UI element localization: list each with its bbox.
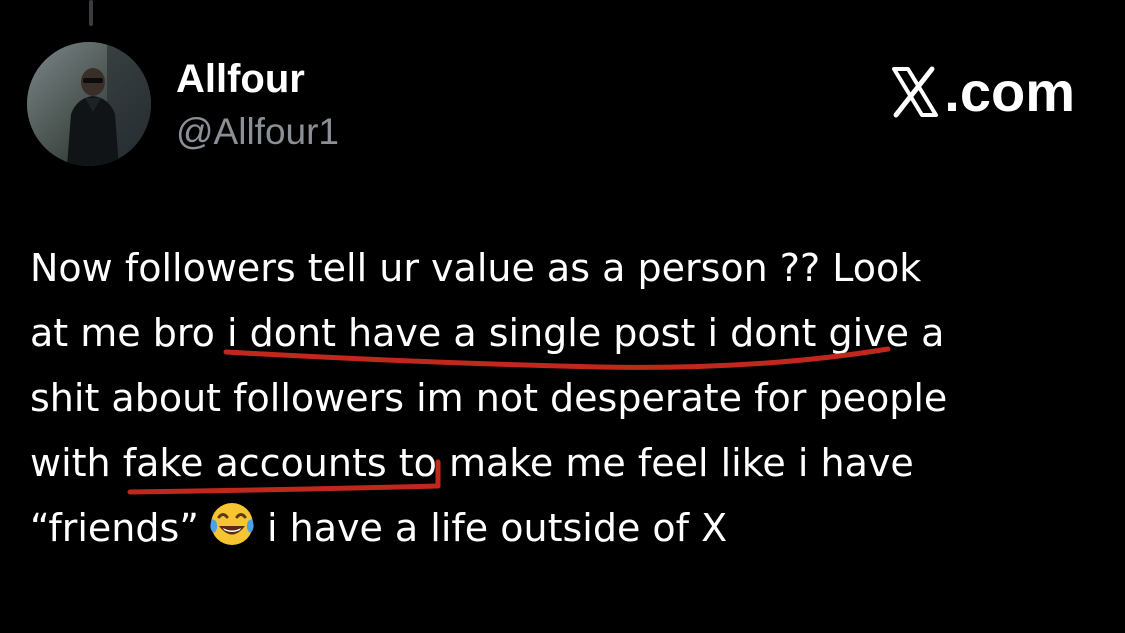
tweet-line-5-end: i have a life outside of X xyxy=(266,506,728,550)
author-handle[interactable]: @Allfour1 xyxy=(176,110,339,154)
face-with-tears-of-joy-icon xyxy=(210,503,254,545)
tweet-text: Now followers tell ur value as a person … xyxy=(30,236,1100,561)
profile-photo xyxy=(27,42,151,166)
author-display-name[interactable]: Allfour xyxy=(176,56,305,102)
tweet-line-5: “friends” i have a life outside of X xyxy=(30,496,1100,561)
tweet-line-5-start: “friends” xyxy=(30,506,199,550)
tweet-line-4: with fake accounts to make me feel like … xyxy=(30,441,914,485)
thread-connector-line xyxy=(89,0,93,26)
tweet-line-2: at me bro i dont have a single post i do… xyxy=(30,311,945,355)
tweet-line-3: shit about followers im not desperate fo… xyxy=(30,376,948,420)
tweet-line-1: Now followers tell ur value as a person … xyxy=(30,246,922,290)
watermark: .com xyxy=(888,60,1075,124)
watermark-text: .com xyxy=(944,60,1075,123)
avatar[interactable] xyxy=(27,42,151,166)
x-logo-icon xyxy=(892,66,939,118)
